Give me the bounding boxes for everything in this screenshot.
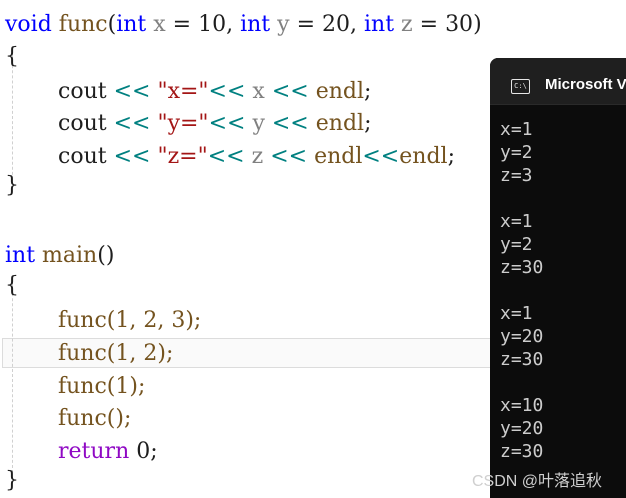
semicolon: ; bbox=[447, 144, 455, 169]
console-output-line: x=1 bbox=[500, 119, 533, 140]
function-name: func bbox=[58, 12, 108, 37]
console-output-line: x=1 bbox=[500, 303, 533, 324]
code-line-func-signature: void func(int x = 10, int y = 20, int z … bbox=[5, 9, 482, 41]
paren-open: ( bbox=[107, 12, 117, 37]
param-x: x bbox=[153, 12, 166, 37]
endl-token: endl bbox=[314, 144, 363, 169]
stream-operator: << bbox=[208, 79, 246, 104]
code-line-main-signature: int main() bbox=[5, 240, 114, 272]
code-line-cout-z: cout << "z="<< z << endl<<endl; bbox=[58, 141, 455, 173]
string-literal: "x=" bbox=[157, 79, 209, 104]
code-line-return: return 0; bbox=[58, 436, 158, 468]
console-output-line: y=2 bbox=[500, 142, 533, 163]
console-output-line: y=2 bbox=[500, 234, 533, 255]
keyword-void: void bbox=[5, 12, 52, 37]
variable: z bbox=[251, 144, 264, 169]
stream-operator: << bbox=[271, 111, 309, 136]
code-line-brace-close: } bbox=[5, 173, 19, 198]
function-name-main: main bbox=[42, 243, 98, 268]
code-line-cout-x: cout << "x="<< x << endl; bbox=[58, 76, 371, 108]
endl-token: endl bbox=[315, 111, 365, 136]
indent-guide bbox=[12, 278, 13, 473]
keyword-int: int bbox=[240, 12, 271, 37]
cout-token: cout bbox=[58, 79, 107, 104]
console-output-line: z=30 bbox=[500, 257, 544, 278]
keyword-int: int bbox=[5, 243, 36, 268]
stream-operator: << bbox=[207, 144, 245, 169]
console-output-line: x=1 bbox=[500, 211, 533, 232]
code-line-brace-open: { bbox=[5, 273, 19, 298]
code-line-call-3-args: func(1, 2, 3); bbox=[58, 308, 202, 333]
screenshot-root: void func(int x = 10, int y = 20, int z … bbox=[0, 0, 626, 498]
code-line-call-no-args: func(); bbox=[58, 406, 132, 431]
return-value: 0; bbox=[129, 439, 158, 464]
string-literal: "y=" bbox=[157, 111, 209, 136]
stream-operator: << bbox=[113, 111, 151, 136]
default-z: 30 bbox=[445, 12, 474, 37]
stream-operator: << bbox=[113, 144, 151, 169]
string-literal: "z=" bbox=[157, 144, 208, 169]
code-line-call-2-args: func(1, 2); bbox=[58, 341, 174, 366]
code-line-brace-open: { bbox=[5, 44, 19, 69]
variable: x bbox=[252, 79, 265, 104]
default-x: 10 bbox=[198, 12, 227, 37]
console-output-line: z=30 bbox=[500, 441, 544, 462]
console-window[interactable]: C:\ Microsoft V x=1 y=2 z=3 x=1 y=2 z=30 x=1 y=… bbox=[490, 58, 626, 498]
keyword-int: int bbox=[364, 12, 395, 37]
endl-token: endl bbox=[315, 79, 365, 104]
semicolon: ; bbox=[364, 79, 372, 104]
console-titlebar[interactable]: C:\ Microsoft V bbox=[490, 58, 626, 105]
equals: = bbox=[165, 12, 199, 37]
keyword-int: int bbox=[116, 12, 147, 37]
console-output-line: y=20 bbox=[500, 326, 544, 347]
parens: () bbox=[97, 243, 115, 268]
stream-operator: << bbox=[271, 79, 309, 104]
code-line-call-1-arg: func(1); bbox=[58, 374, 146, 399]
console-output-line: x=10 bbox=[500, 395, 544, 416]
stream-operator: << bbox=[208, 111, 246, 136]
endl-token: endl bbox=[399, 144, 448, 169]
default-y: 20 bbox=[322, 12, 350, 37]
comma: , bbox=[226, 12, 241, 37]
console-window-icon: C:\ bbox=[511, 79, 530, 94]
equals: = bbox=[412, 12, 446, 37]
console-title: Microsoft V bbox=[545, 76, 626, 93]
stream-operator: << bbox=[362, 144, 400, 169]
stream-operator: << bbox=[113, 79, 151, 104]
semicolon: ; bbox=[364, 111, 372, 136]
cout-token: cout bbox=[58, 111, 107, 136]
variable: y bbox=[252, 111, 265, 136]
param-z: z bbox=[401, 12, 413, 37]
watermark: CSDN @叶落追秋 bbox=[472, 473, 603, 490]
cout-token: cout bbox=[58, 144, 107, 169]
console-output-line: y=20 bbox=[500, 418, 544, 439]
paren-close: ) bbox=[473, 12, 482, 37]
equals: = bbox=[289, 12, 322, 37]
keyword-return: return bbox=[58, 439, 130, 464]
code-line-cout-y: cout << "y="<< y << endl; bbox=[58, 108, 371, 140]
comma: , bbox=[350, 12, 364, 37]
code-line-brace-close: } bbox=[5, 468, 19, 493]
param-y: y bbox=[277, 12, 290, 37]
console-output-line: z=3 bbox=[500, 165, 533, 186]
stream-operator: << bbox=[270, 144, 308, 169]
console-output-line: z=30 bbox=[500, 349, 544, 370]
